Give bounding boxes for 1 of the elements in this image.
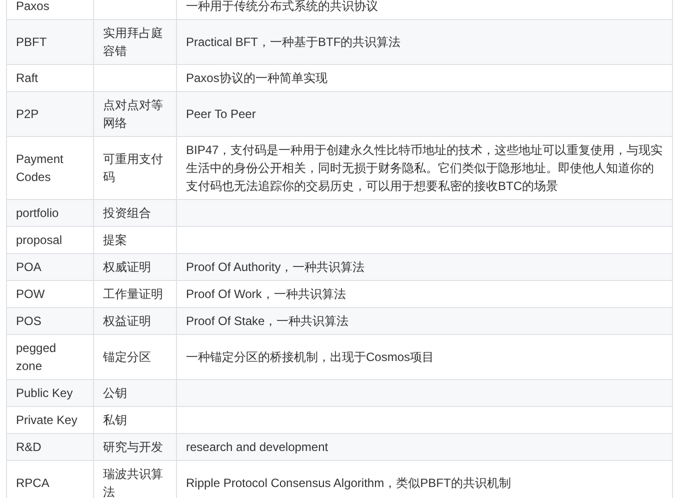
- term-cell: RPCA: [6, 460, 94, 498]
